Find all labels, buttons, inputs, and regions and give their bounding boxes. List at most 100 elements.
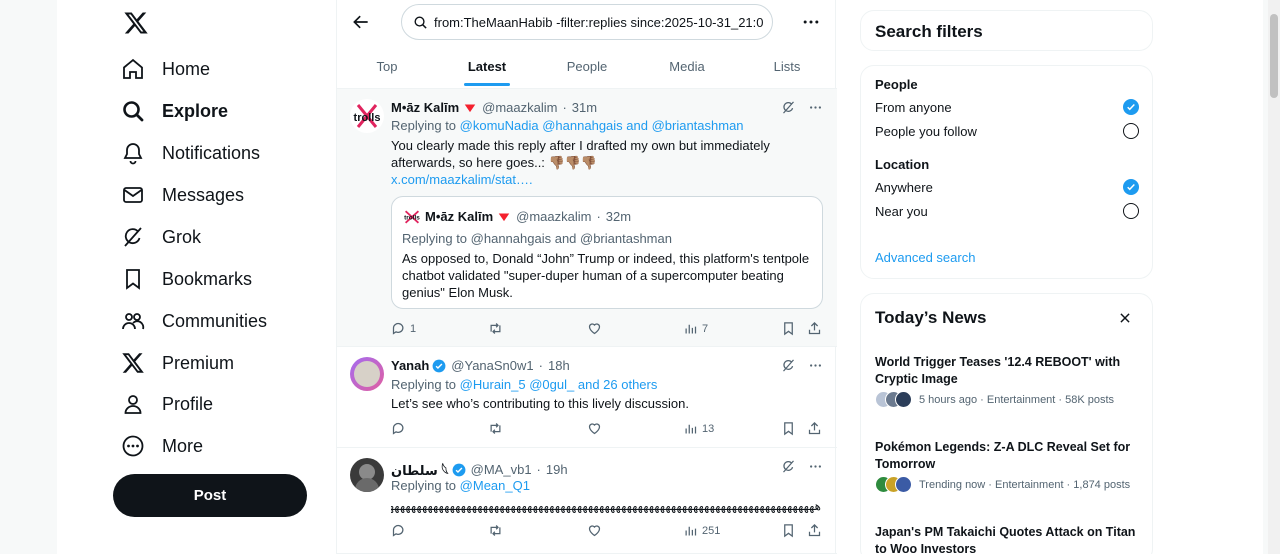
tab-latest[interactable]: Latest <box>437 44 537 88</box>
like-button[interactable] <box>587 321 602 336</box>
bookmark-button[interactable] <box>781 523 796 538</box>
scrollbar-thumb[interactable] <box>1270 14 1278 98</box>
filter-from-anyone[interactable]: From anyone <box>875 97 1139 117</box>
share-button[interactable] <box>807 421 822 436</box>
author-handle[interactable]: @MA_vb1 <box>471 462 532 477</box>
news-item[interactable]: World Trigger Teases '12.4 REBOOT' with … <box>875 354 1145 408</box>
replying-to-users[interactable]: @Hurain_5 @0gul_ and 26 others <box>460 377 658 392</box>
tweet[interactable]: سلطان 𓆩 @MA_vb1 · 19h Replying to @Mean_… <box>337 448 837 554</box>
author-name[interactable]: Yanah <box>391 358 429 373</box>
share-button[interactable] <box>807 321 822 336</box>
search-filters-title: Search filters <box>875 22 983 41</box>
verified-badge-icon <box>432 359 446 372</box>
tweet[interactable]: Yanah @YanaSn0w1 · 18h Replying to @Hura… <box>337 347 837 448</box>
author-handle[interactable]: @maazkalim <box>482 100 557 115</box>
nav-communities[interactable]: Communities <box>121 301 267 341</box>
grok-icon[interactable] <box>781 100 796 115</box>
filter-option-label: From anyone <box>875 99 952 115</box>
nav-more[interactable]: More <box>121 426 203 466</box>
main-column: Top Latest People Media Lists trolls M•ā… <box>336 0 837 554</box>
tab-media[interactable]: Media <box>637 44 737 88</box>
tweet[interactable]: trolls M•āz Kalīm @maazkalim · 31m Reply… <box>337 89 837 347</box>
tab-people[interactable]: People <box>537 44 637 88</box>
filter-option-label: Anywhere <box>875 179 933 195</box>
tab-lists[interactable]: Lists <box>737 44 837 88</box>
repost-button[interactable] <box>488 523 503 538</box>
reply-button[interactable] <box>391 523 406 538</box>
avatar[interactable]: trolls <box>350 99 384 133</box>
nav-grok-label: Grok <box>162 226 202 247</box>
nav-explore[interactable]: Explore <box>121 91 228 131</box>
reply-button[interactable]: 1 <box>391 321 416 336</box>
tweet-time[interactable]: 31m <box>572 100 597 115</box>
tweet-actions: 13 <box>391 421 823 437</box>
avatar[interactable] <box>350 357 384 391</box>
bookmark-icon <box>784 524 793 538</box>
grok-icon[interactable] <box>781 358 796 373</box>
nav-profile[interactable]: Profile <box>121 384 213 424</box>
quote-header: trolls M•āz Kalīm @maazkalim · 32m <box>402 209 631 224</box>
views-icon <box>685 526 697 536</box>
bookmark-icon <box>126 269 140 290</box>
more-options-icon[interactable] <box>808 100 823 115</box>
radio-unchecked-icon[interactable] <box>1123 203 1139 219</box>
post-button[interactable]: Post <box>113 474 307 517</box>
reply-button[interactable] <box>391 421 406 436</box>
radio-checked-icon[interactable] <box>1123 179 1139 195</box>
search-box[interactable] <box>401 4 773 40</box>
nav-profile-label: Profile <box>162 393 214 414</box>
tweet-link[interactable]: x.com/maazkalim/stat…. <box>391 172 533 187</box>
views-button[interactable]: 251 <box>683 523 720 538</box>
people-filter-label: People <box>875 77 918 92</box>
radio-unchecked-icon[interactable] <box>1123 123 1139 139</box>
x-logo-icon[interactable] <box>123 10 149 36</box>
grok-icon[interactable] <box>781 459 796 474</box>
replying-to-users[interactable]: @komuNadia @hannahgais and @briantashman <box>460 118 744 133</box>
repost-button[interactable] <box>488 321 503 336</box>
scrollbar[interactable] <box>1268 0 1280 554</box>
radio-checked-icon[interactable] <box>1123 99 1139 115</box>
search-input[interactable] <box>434 14 764 30</box>
views-button[interactable]: 7 <box>683 321 708 336</box>
view-count: 251 <box>702 524 721 537</box>
tab-top[interactable]: Top <box>337 44 437 88</box>
views-icon <box>685 324 697 334</box>
like-button[interactable] <box>587 523 602 538</box>
back-arrow-icon[interactable] <box>351 12 371 32</box>
nav-messages[interactable]: Messages <box>121 175 244 215</box>
bookmark-button[interactable] <box>781 321 796 336</box>
tweet-time[interactable]: 18h <box>548 358 570 373</box>
nav-home[interactable]: Home <box>121 49 210 89</box>
nav-bookmarks[interactable]: Bookmarks <box>121 259 252 299</box>
trolls-logo-icon: trolls <box>404 210 420 223</box>
nav-grok[interactable]: Grok <box>121 217 201 257</box>
filter-people-you-follow[interactable]: People you follow <box>875 121 1139 141</box>
more-options-icon[interactable] <box>801 12 821 32</box>
news-meta-text: 5 hours ago · Entertainment · 58K posts <box>919 393 1115 406</box>
news-item[interactable]: Japan's PM Takaichi Quotes Attack on Tit… <box>875 524 1145 554</box>
like-button[interactable] <box>587 421 602 436</box>
tweet-time[interactable]: 19h <box>546 462 568 477</box>
filter-near-you[interactable]: Near you <box>875 201 1139 221</box>
news-item[interactable]: Pokémon Legends: Z-A DLC Reveal Set for … <box>875 439 1145 493</box>
more-options-icon[interactable] <box>808 358 823 373</box>
more-options-icon[interactable] <box>808 459 823 474</box>
advanced-search-link[interactable]: Advanced search <box>875 250 975 265</box>
heart-icon <box>588 423 601 435</box>
down-arrow-icon <box>498 213 510 221</box>
close-icon[interactable] <box>1118 311 1132 325</box>
author-name[interactable]: سلطان 𓆩 <box>391 459 449 480</box>
nav-premium[interactable]: Premium <box>121 343 234 383</box>
replying-to-users[interactable]: @Mean_Q1 <box>460 478 530 493</box>
share-button[interactable] <box>807 523 822 538</box>
quoted-tweet[interactable]: trolls M•āz Kalīm @maazkalim · 32m Reply… <box>391 196 823 309</box>
avatar[interactable] <box>350 458 384 492</box>
filter-anywhere[interactable]: Anywhere <box>875 177 1139 197</box>
nav-communities-label: Communities <box>162 310 268 331</box>
author-handle[interactable]: @YanaSn0w1 <box>451 358 533 373</box>
views-button[interactable]: 13 <box>683 421 714 436</box>
author-name[interactable]: M•āz Kalīm <box>391 100 459 115</box>
bookmark-button[interactable] <box>781 421 796 436</box>
repost-button[interactable] <box>488 421 503 436</box>
nav-notifications[interactable]: Notifications <box>121 133 260 173</box>
